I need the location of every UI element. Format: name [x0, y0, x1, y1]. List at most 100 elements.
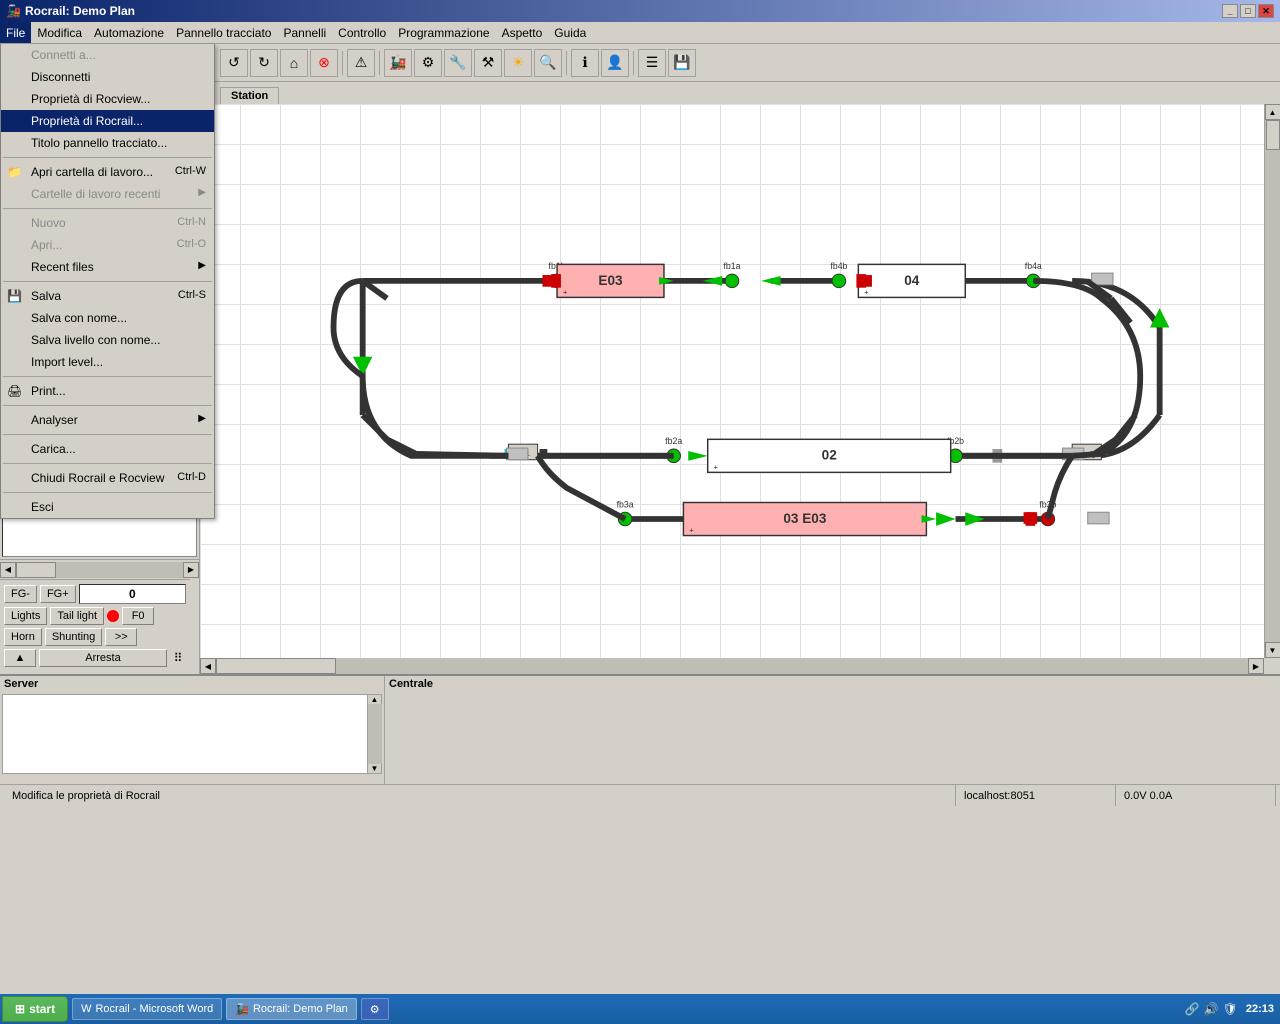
toolbar-refresh2[interactable]: ↻ — [250, 49, 278, 77]
stop-button[interactable]: Arresta — [39, 649, 167, 667]
left-scroll-right[interactable]: ▶ — [183, 562, 199, 578]
toolbar-sun[interactable]: ☀ — [504, 49, 532, 77]
scroll-up-button[interactable]: ▲ — [1265, 104, 1280, 120]
menu-disconnetti[interactable]: Disconnetti — [1, 66, 214, 88]
server-scroll-up[interactable]: ▲ — [371, 695, 379, 704]
menu-cartelle-recenti[interactable]: Cartelle di lavoro recenti ▶ — [1, 183, 214, 205]
menu-recent-files[interactable]: Recent files ▶ — [1, 256, 214, 278]
minimize-button[interactable]: _ — [1222, 4, 1238, 18]
toolbar-warning[interactable]: ⚠ — [347, 49, 375, 77]
menu-chiudi-rocrail[interactable]: Chiudi Rocrail e Rocview Ctrl-D — [1, 467, 214, 489]
lights-button[interactable]: Lights — [4, 607, 47, 625]
tray-shield: 🛡 — [1223, 1002, 1238, 1016]
toolbar-list[interactable]: ☰ — [638, 49, 666, 77]
left-scroll-thumb[interactable] — [16, 562, 56, 578]
save-icon: 💾 — [7, 289, 22, 303]
taskbar-item-word[interactable]: W Rocrail - Microsoft Word — [72, 998, 222, 1020]
speed-display: 0 — [79, 584, 186, 604]
fg-plus-button[interactable]: FG+ — [40, 585, 76, 603]
menu-apri-cartella[interactable]: 📁 Apri cartella di lavoro... Ctrl-W — [1, 161, 214, 183]
canvas-wrapper: fb1b fb1a fb4b fb4a fb2a — [200, 104, 1280, 674]
status-right: 0.0V 0.0A — [1116, 785, 1276, 806]
arrow-icon: ▶ — [198, 187, 206, 198]
menu-salva-nome[interactable]: Salva con nome... — [1, 307, 214, 329]
menu-salva[interactable]: 💾 Salva Ctrl-S — [1, 285, 214, 307]
fg-minus-button[interactable]: FG- — [4, 585, 37, 603]
scroll-track[interactable] — [1265, 120, 1280, 642]
menu-modifica[interactable]: Modifica — [31, 22, 88, 43]
sep2 — [3, 208, 212, 209]
start-button[interactable]: ⊞ start — [2, 996, 68, 1022]
menu-file[interactable]: File — [0, 22, 31, 43]
scroll-thumb[interactable] — [1266, 120, 1280, 150]
maximize-button[interactable]: □ — [1240, 4, 1256, 18]
menu-carica[interactable]: Carica... — [1, 438, 214, 460]
menu-salva-livello[interactable]: Salva livello con nome... — [1, 329, 214, 351]
menu-automazione[interactable]: Automazione — [88, 22, 170, 43]
speed-row: FG- FG+ 0 — [4, 584, 186, 604]
server-panel-scrollbar[interactable]: ▲ ▼ — [367, 695, 381, 773]
file-dropdown-menu: Connetti a... Disconnetti Proprietà di R… — [0, 44, 215, 519]
sep5 — [3, 405, 212, 406]
h-scroll-thumb[interactable] — [216, 658, 336, 674]
horizontal-scrollbar: ◀ ▶ — [200, 658, 1264, 674]
menu-esci[interactable]: Esci — [1, 496, 214, 518]
toolbar-train[interactable]: 🚂 — [384, 49, 412, 77]
menu-pannelli[interactable]: Pannelli — [277, 22, 332, 43]
server-panel: Server ▲ ▼ — [0, 676, 385, 784]
menu-programmazione[interactable]: Programmazione — [392, 22, 495, 43]
menu-apri[interactable]: Apri... Ctrl-O — [1, 234, 214, 256]
server-panel-content: ▲ ▼ — [2, 694, 382, 774]
status-middle: localhost:8051 — [956, 785, 1116, 806]
taskbar: ⊞ start W Rocrail - Microsoft Word 🚂 Roc… — [0, 994, 1280, 1024]
toolbar-refresh1[interactable]: ↺ — [220, 49, 248, 77]
shunting-button[interactable]: Shunting — [45, 628, 102, 646]
toolbar-info[interactable]: ℹ — [571, 49, 599, 77]
menu-connetti[interactable]: Connetti a... — [1, 44, 214, 66]
menu-proprieta-rocrail[interactable]: Proprietà di Rocrail... — [1, 110, 214, 132]
toolbar-settings2[interactable]: 🔧 — [444, 49, 472, 77]
tail-light-button[interactable]: Tail light — [50, 607, 104, 625]
menu-analyser[interactable]: Analyser ▶ — [1, 409, 214, 431]
h-scroll-track[interactable] — [216, 658, 1248, 674]
scroll-down-button[interactable]: ▼ — [1265, 642, 1280, 658]
menu-proprieta-rocview[interactable]: Proprietà di Rocview... — [1, 88, 214, 110]
menu-titolo-pannello[interactable]: Titolo pannello tracciato... — [1, 132, 214, 154]
horn-button[interactable]: Horn — [4, 628, 42, 646]
taskbar-item-rocrail[interactable]: 🚂 Rocrail: Demo Plan — [226, 998, 356, 1020]
menu-aspetto[interactable]: Aspetto — [496, 22, 549, 43]
h-scroll-right-button[interactable]: ▶ — [1248, 658, 1264, 674]
toolbar-person[interactable]: 👤 — [601, 49, 629, 77]
menu-import-level[interactable]: Import level... — [1, 351, 214, 373]
canvas-scroll-wrapper: fb1b fb1a fb4b fb4a fb2a — [200, 104, 1280, 658]
close-button[interactable]: ✕ — [1258, 4, 1274, 18]
toolbar-stop[interactable]: ⊗ — [310, 49, 338, 77]
toolbar-settings1[interactable]: ⚙ — [414, 49, 442, 77]
resize-handle[interactable]: ⠿ — [170, 651, 186, 665]
up-button[interactable]: ▲ — [4, 649, 36, 667]
title-bar: 🚂 Rocrail: Demo Plan _ □ ✕ — [0, 0, 1280, 22]
canvas-area[interactable]: fb1b fb1a fb4b fb4a fb2a — [200, 104, 1264, 658]
toolbar-zoom[interactable]: 🔍 — [534, 49, 562, 77]
left-scroll-left[interactable]: ◀ — [0, 562, 16, 578]
toolbar-tools[interactable]: ⚒ — [474, 49, 502, 77]
title-bar-controls[interactable]: _ □ ✕ — [1222, 4, 1274, 18]
right-scrollbar: ▲ ▼ — [1264, 104, 1280, 658]
sep4 — [3, 376, 212, 377]
f0-button[interactable]: F0 — [122, 607, 154, 625]
menu-nuovo[interactable]: Nuovo Ctrl-N — [1, 212, 214, 234]
taskbar-item-extra[interactable]: ⚙ — [361, 998, 389, 1020]
tray-network: 🔗 — [1185, 1002, 1200, 1016]
menu-guida[interactable]: Guida — [548, 22, 592, 43]
toolbar-home[interactable]: ⌂ — [280, 49, 308, 77]
tab-station[interactable]: Station — [220, 87, 279, 104]
menu-controllo[interactable]: Controllo — [332, 22, 392, 43]
server-scroll-down[interactable]: ▼ — [371, 764, 379, 773]
menu-pannello-tracciato[interactable]: Pannello tracciato — [170, 22, 277, 43]
menu-print[interactable]: 🖨 Print... — [1, 380, 214, 402]
toolbar-save[interactable]: 💾 — [668, 49, 696, 77]
h-scroll-left-button[interactable]: ◀ — [200, 658, 216, 674]
svg-text:+: + — [714, 462, 719, 471]
forward-button[interactable]: >> — [105, 628, 137, 646]
sep7 — [3, 463, 212, 464]
